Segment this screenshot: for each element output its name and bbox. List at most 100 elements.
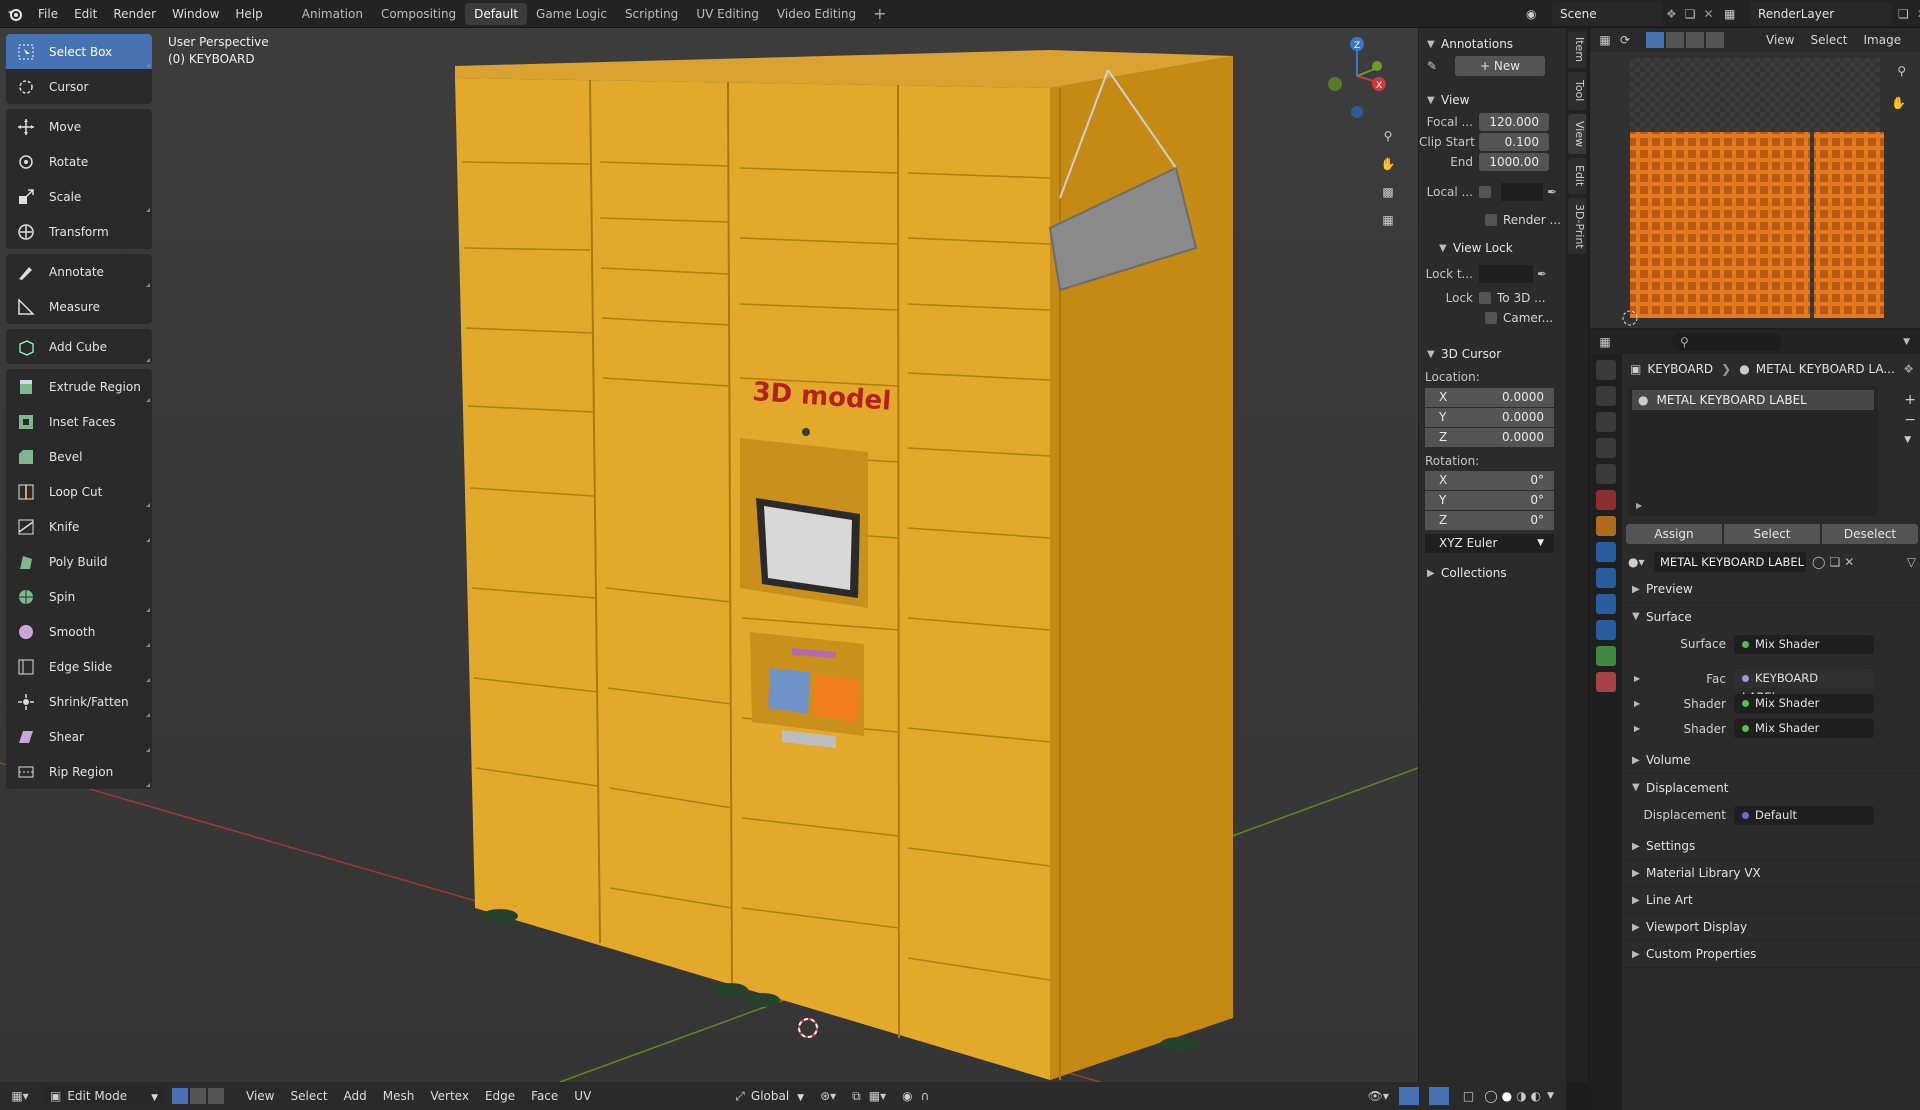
cursor-location-y[interactable]: Y 0.0000 (1425, 408, 1554, 427)
edge-select-icon[interactable] (190, 1088, 207, 1104)
uv-view-menu[interactable]: View (1766, 33, 1794, 47)
snap-icon[interactable]: ⧉ (852, 1089, 861, 1104)
scene-properties-icon[interactable] (1596, 464, 1616, 484)
material-name-field[interactable]: METAL KEYBOARD LABEL (1654, 552, 1806, 572)
constraints-properties-icon[interactable] (1596, 620, 1616, 640)
uv-image-menu[interactable]: Image (1864, 33, 1902, 47)
surface-shader-field[interactable]: Mix Shader (1734, 634, 1874, 654)
scene-icon[interactable]: ◉ (1526, 7, 1552, 21)
pan-hand-icon[interactable]: ✋ (1891, 96, 1906, 110)
filter-icon[interactable]: ▽ (1907, 555, 1916, 569)
slot-specials-button[interactable]: ▼ (1904, 430, 1916, 450)
grid-view-icon[interactable]: ▦ (1376, 208, 1400, 232)
tool-scale[interactable]: Scale (6, 179, 152, 214)
uv-select-menu[interactable]: Select (1810, 33, 1847, 47)
camera-object-field[interactable] (1501, 183, 1543, 201)
uv-editor[interactable]: ⚲ ✋ (1590, 52, 1920, 328)
tab-game-logic[interactable]: Game Logic (527, 3, 616, 25)
zoom-icon[interactable]: ⚲ (1376, 124, 1400, 148)
pan-hand-icon[interactable]: ✋ (1376, 152, 1400, 176)
output-properties-icon[interactable] (1596, 412, 1616, 432)
tool-measure[interactable]: Measure (6, 289, 152, 324)
custom-properties-section[interactable]: ▶ Custom Properties (1624, 941, 1920, 968)
deselect-button[interactable]: Deselect (1822, 524, 1918, 544)
tool-transform[interactable]: Transform (6, 214, 152, 249)
tool-knife[interactable]: Knife (6, 509, 152, 544)
view-layer-properties-icon[interactable] (1596, 438, 1616, 458)
tool-spin[interactable]: Spin (6, 579, 152, 614)
view-layer-icon[interactable]: ▦ (1724, 7, 1750, 21)
editor-type-icon[interactable]: ▦ (1590, 335, 1620, 349)
expand-arrow-icon[interactable]: ▶ (1624, 724, 1644, 733)
eyedropper-icon[interactable]: ✒ (1547, 185, 1557, 199)
menu-render[interactable]: Render (105, 0, 164, 28)
editor-type-icon[interactable]: ▦▾ (0, 1089, 40, 1103)
tool-inset-faces[interactable]: Inset Faces (6, 404, 152, 439)
view-lock-header[interactable]: ▼ View Lock (1419, 236, 1566, 260)
blender-logo-icon[interactable] (0, 0, 30, 28)
cursor-rotation-y[interactable]: Y 0° (1425, 491, 1554, 510)
pivot-icon[interactable]: ⊛▾ (820, 1089, 836, 1103)
material-slot-item[interactable]: ● METAL KEYBOARD LABEL (1632, 390, 1874, 410)
menu-view[interactable]: View (238, 1089, 282, 1103)
clip-end-field[interactable]: 1000.00 (1479, 153, 1549, 171)
material-properties-icon[interactable] (1596, 672, 1616, 692)
tool-select-box[interactable]: Select Box (6, 34, 152, 69)
tool-properties-icon[interactable] (1596, 360, 1616, 380)
tool-annotate[interactable]: Annotate (6, 254, 152, 289)
search-input[interactable]: ⚲ (1672, 333, 1782, 351)
proportional-edit-icon[interactable]: ◉ (902, 1089, 912, 1103)
render-region-checkbox[interactable] (1485, 214, 1497, 226)
unlink-material-icon[interactable]: ✕ (1844, 555, 1854, 569)
menu-face[interactable]: Face (523, 1089, 566, 1103)
material-library-section[interactable]: ▶ Material Library VX (1624, 860, 1920, 887)
menu-window[interactable]: Window (164, 0, 227, 28)
rotation-mode-select[interactable]: XYZ Euler ▼ (1425, 534, 1554, 553)
cursor-location-z[interactable]: Z 0.0000 (1425, 428, 1554, 447)
new-layer-icon[interactable]: ❏ (1898, 7, 1909, 21)
tool-loop-cut[interactable]: Loop Cut (6, 474, 152, 509)
cursor-location-x[interactable]: X 0.0000 (1425, 388, 1554, 407)
tab-scripting[interactable]: Scripting (616, 3, 687, 25)
tool-shrink-fatten[interactable]: Shrink/Fatten (6, 684, 152, 719)
view-layer-field[interactable]: RenderLayer (1750, 3, 1892, 25)
world-properties-icon[interactable] (1596, 490, 1616, 510)
pin-icon[interactable]: ❖ (1666, 7, 1677, 21)
lock-camera-checkbox[interactable] (1485, 312, 1497, 324)
navigation-gizmo[interactable]: Z X (1325, 32, 1395, 122)
orientation-select[interactable]: ⤢ Global ▼ (735, 1089, 804, 1104)
select-mode-face-icon[interactable] (1686, 32, 1704, 48)
menu-edge[interactable]: Edge (477, 1089, 523, 1103)
assign-button[interactable]: Assign (1626, 524, 1722, 544)
displacement-field[interactable]: Default (1734, 805, 1874, 825)
rendered-shading-icon[interactable]: ◐ (1531, 1089, 1541, 1103)
expand-arrow-icon[interactable]: ▶ (1624, 674, 1644, 683)
menu-edit[interactable]: Edit (66, 0, 105, 28)
overlay-icon[interactable] (1428, 1087, 1449, 1105)
shader1-field[interactable]: Mix Shader (1734, 694, 1874, 713)
solid-shading-icon[interactable]: ● (1502, 1089, 1512, 1103)
zoom-icon[interactable]: ⚲ (1897, 64, 1906, 78)
object-properties-icon[interactable] (1596, 516, 1616, 536)
mode-select[interactable]: ▣ Edit Mode ▼ (44, 1086, 165, 1106)
tool-move[interactable]: Move (6, 109, 152, 144)
annotations-panel-header[interactable]: ▼ Annotations (1419, 32, 1566, 56)
tab-compositing[interactable]: Compositing (372, 3, 465, 25)
wireframe-shading-icon[interactable]: ◯ (1484, 1089, 1497, 1103)
tool-bevel[interactable]: Bevel (6, 439, 152, 474)
particles-properties-icon[interactable] (1596, 568, 1616, 588)
tool-rip-region[interactable]: Rip Region (6, 754, 152, 789)
expand-arrow-icon[interactable]: ▶ (1624, 699, 1644, 708)
menu-select[interactable]: Select (283, 1089, 336, 1103)
volume-section[interactable]: ▶ Volume (1624, 747, 1920, 774)
tool-add-cube[interactable]: Add Cube (6, 329, 152, 364)
material-shading-icon[interactable]: ◑ (1516, 1089, 1526, 1103)
new-scene-icon[interactable]: ❏ (1685, 7, 1696, 21)
add-slot-button[interactable]: + (1904, 390, 1916, 410)
tab-item[interactable]: Item (1568, 32, 1586, 68)
snap-target-icon[interactable]: ▦▾ (869, 1089, 886, 1103)
physics-properties-icon[interactable] (1596, 594, 1616, 614)
tab-view[interactable]: View (1568, 114, 1586, 154)
vertex-select-icon[interactable] (172, 1088, 189, 1104)
fake-user-icon[interactable]: ◯ (1812, 555, 1825, 569)
